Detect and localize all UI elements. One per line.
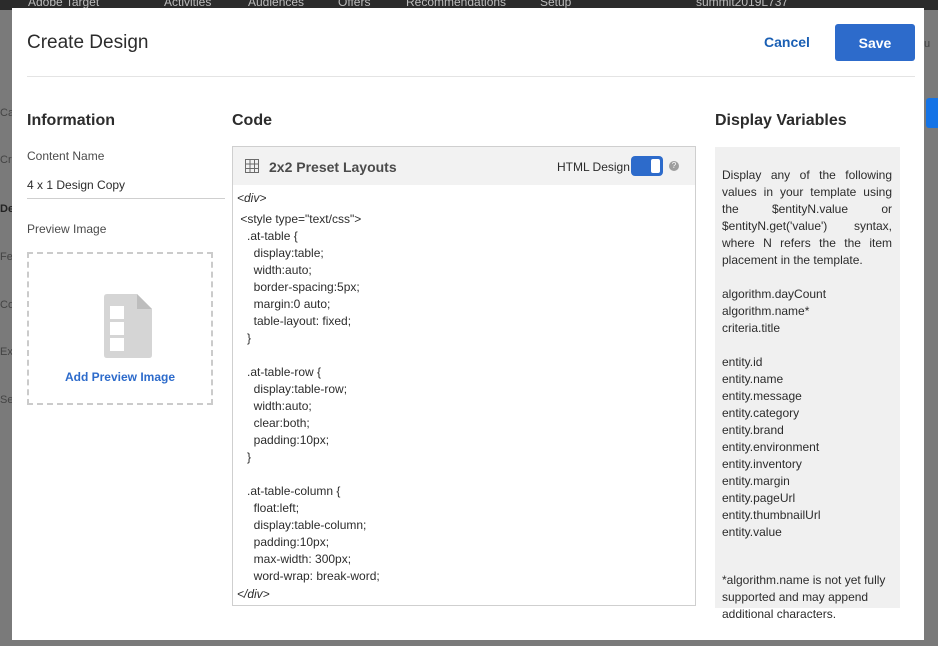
save-button[interactable]: Save (835, 24, 915, 61)
create-design-dialog: Create Design Cancel Save Information Co… (12, 8, 924, 640)
code-editor[interactable]: <style type="text/css"> .at-table { disp… (237, 211, 689, 583)
variable-item: algorithm.name* (722, 304, 810, 318)
variable-item: entity.value (722, 525, 782, 539)
grid-icon[interactable] (245, 159, 259, 173)
information-heading: Information (27, 112, 115, 129)
variable-item: entity.inventory (722, 457, 802, 471)
variable-item: entity.message (722, 389, 802, 403)
background-right-button (926, 98, 938, 128)
display-variables-panel: Display any of the following values in y… (715, 147, 900, 621)
code-heading: Code (232, 112, 272, 129)
variable-item: entity.id (722, 355, 763, 369)
variable-item: entity.brand (722, 423, 784, 437)
variable-item: criteria.title (722, 321, 781, 335)
cancel-button[interactable]: Cancel (764, 32, 810, 52)
content-name-input[interactable] (27, 172, 225, 199)
add-preview-image-link[interactable]: Add Preview Image (29, 370, 211, 384)
document-icon (104, 294, 152, 358)
code-toolbar: 2x2 Preset Layouts HTML Design ? (233, 147, 695, 185)
variable-item: entity.name (722, 372, 784, 386)
variable-item: entity.thumbnailUrl (722, 508, 821, 522)
algorithm-variables-list: algorithm.dayCount algorithm.name* crite… (722, 286, 826, 337)
html-design-toggle[interactable] (631, 156, 663, 176)
display-variables-intro: Display any of the following values in y… (722, 168, 892, 267)
header-divider (27, 76, 915, 77)
dialog-title: Create Design (27, 32, 149, 53)
preview-image-label: Preview Image (27, 222, 107, 236)
entity-variables-list: entity.id entity.name entity.message ent… (722, 354, 820, 541)
toggle-knob (651, 159, 660, 173)
display-variables-heading: Display Variables (715, 112, 847, 129)
variable-item: entity.margin (722, 474, 790, 488)
background-side-fragment: Col (0, 299, 12, 311)
variable-item: algorithm.dayCount (722, 287, 827, 301)
code-open-tag: <div> (237, 191, 267, 205)
content-name-label: Content Name (27, 149, 105, 163)
background-side-fragment: Set (0, 394, 12, 406)
background-right-fragment: u (924, 38, 931, 50)
preset-layouts-button[interactable]: 2x2 Preset Layouts (269, 159, 397, 175)
help-icon[interactable]: ? (669, 161, 679, 171)
variable-item: entity.environment (722, 440, 820, 454)
background-side-fragment: Fee (0, 251, 12, 263)
html-design-label: HTML Design (557, 160, 630, 174)
display-variables-note: *algorithm.name is not yet fully support… (722, 573, 886, 621)
background-side-fragment: Cat (0, 107, 12, 119)
variable-item: entity.category (722, 406, 800, 420)
code-editor-panel: 2x2 Preset Layouts HTML Design ? <div> <… (232, 146, 696, 606)
background-side-fragment: De (0, 203, 12, 215)
code-close-tag: </div> (237, 587, 270, 601)
background-side-fragment: Exc (0, 346, 12, 358)
background-side-fragment: Cri (0, 154, 12, 166)
preview-image-dropzone[interactable]: Add Preview Image (27, 252, 213, 405)
variable-item: entity.pageUrl (722, 491, 796, 505)
